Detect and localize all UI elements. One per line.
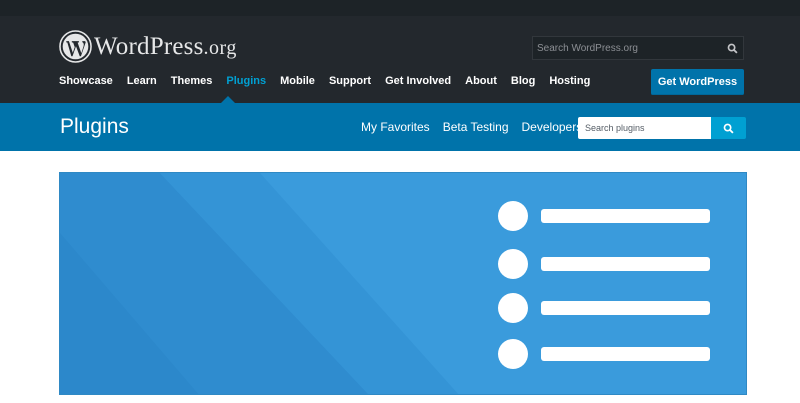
plugin-search-form	[578, 117, 746, 139]
global-header: WordPress.org Showcase Learn Themes Plug…	[0, 0, 800, 103]
nav-item-themes[interactable]: Themes	[171, 74, 213, 88]
feature-placeholder-row	[498, 249, 710, 279]
active-nav-indicator	[221, 96, 235, 103]
feature-placeholder-row	[498, 201, 710, 231]
page-title[interactable]: Plugins	[60, 114, 129, 140]
feature-placeholder-circle	[498, 249, 528, 279]
nav-item-mobile[interactable]: Mobile	[280, 74, 315, 88]
feature-placeholder-bar	[541, 347, 710, 361]
feature-placeholder-row	[498, 293, 710, 323]
plugin-search-button[interactable]	[711, 117, 746, 139]
plugins-hero-banner	[59, 172, 747, 395]
feature-placeholder-circle	[498, 201, 528, 231]
plugins-sub-nav: My Favorites Beta Testing Developers	[361, 120, 595, 134]
feature-placeholder-bar	[541, 257, 710, 271]
nav-item-learn[interactable]: Learn	[127, 74, 157, 88]
plugins-header: Plugins My Favorites Beta Testing Develo…	[0, 103, 800, 151]
nav-item-blog[interactable]: Blog	[511, 74, 535, 88]
nav-item-plugins[interactable]: Plugins	[226, 74, 266, 88]
logo-main-text: WordPress	[94, 32, 204, 60]
nav-item-support[interactable]: Support	[329, 74, 371, 88]
wordpress-logo-icon	[59, 29, 92, 63]
global-search-input[interactable]	[533, 37, 721, 59]
feature-placeholder-circle	[498, 339, 528, 369]
sub-nav-my-favorites[interactable]: My Favorites	[361, 120, 430, 134]
logo-wordmark: WordPress.org	[94, 34, 237, 59]
main-nav: Showcase Learn Themes Plugins Mobile Sup…	[59, 74, 604, 88]
sub-nav-developers[interactable]: Developers	[522, 120, 583, 134]
global-search-button[interactable]	[721, 37, 743, 59]
plugin-search-input[interactable]	[578, 117, 711, 139]
nav-item-showcase[interactable]: Showcase	[59, 74, 113, 88]
feature-placeholder-bar	[541, 209, 710, 223]
get-wordpress-button[interactable]: Get WordPress	[651, 69, 744, 95]
logo-tld-text: .org	[203, 36, 237, 59]
nav-item-about[interactable]: About	[465, 74, 497, 88]
global-search-form	[532, 36, 744, 60]
sub-nav-beta-testing[interactable]: Beta Testing	[443, 120, 509, 134]
nav-item-hosting[interactable]: Hosting	[549, 74, 590, 88]
feature-placeholder-circle	[498, 293, 528, 323]
top-strip	[0, 0, 800, 16]
nav-item-get-involved[interactable]: Get Involved	[385, 74, 451, 88]
feature-placeholder-row	[498, 339, 710, 369]
feature-placeholder-bar	[541, 301, 710, 315]
search-icon	[723, 123, 734, 134]
wordpress-logo[interactable]: WordPress.org	[59, 29, 237, 63]
search-icon	[727, 43, 738, 54]
